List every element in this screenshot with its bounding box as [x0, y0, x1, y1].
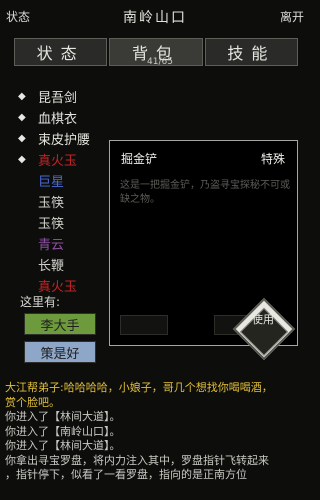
- log-line: 大江帮弟子:哈哈哈哈，小娘子，哥几个想找你喝喝酒，: [5, 381, 273, 394]
- tab-status[interactable]: 状态: [14, 38, 108, 66]
- diamond-icon: ◆: [18, 91, 26, 102]
- item-label: 青云: [38, 238, 65, 253]
- log-line: 赏个脸吧。: [5, 395, 60, 409]
- item-label: 长鞭: [38, 259, 65, 274]
- item-label: 玉筷: [38, 196, 65, 211]
- diamond-icon: ◆: [18, 133, 26, 144]
- item-label: 巨星: [38, 175, 65, 190]
- use-button-label: 使用: [252, 313, 274, 326]
- log-line: 你进入了【林间大道】。: [5, 439, 121, 452]
- bag-capacity: 41/65: [147, 57, 173, 67]
- location-title: 南岭山口: [123, 10, 187, 26]
- item-label: 真火玉: [38, 154, 78, 169]
- inventory-item[interactable]: ◆ 昆吾剑: [18, 86, 128, 107]
- diamond-icon: ◆: [18, 154, 26, 165]
- disabled-action-button: [120, 315, 168, 335]
- npc-button[interactable]: 策是好: [24, 341, 96, 363]
- diamond-icon: ◆: [18, 112, 26, 123]
- item-label: 束皮护腰: [38, 133, 91, 148]
- log-line: ，指针停下，似看了一看罗盘，指向的是正南方位: [5, 468, 247, 481]
- top-bar: 状态 南岭山口 离开: [0, 0, 310, 34]
- message-log: 大江帮弟子:哈哈哈哈，小娘子，哥几个想找你喝喝酒， 赏个脸吧。 你进入了【林间大…: [5, 381, 305, 483]
- log-line: 你拿出寻宝罗盘，将内力注入其中，罗盘指针飞转起来: [5, 453, 269, 467]
- here-label: 这里有:: [20, 295, 61, 309]
- tab-skills[interactable]: 技能: [204, 38, 298, 66]
- item-name: 掘金铲: [121, 152, 158, 166]
- item-description: 这是一把掘金铲，乃盗寻宝探秘不可或缺之物。: [120, 180, 290, 205]
- item-label: 玉筷: [38, 217, 65, 232]
- log-line: 你进入了【林间大道】。: [5, 410, 121, 423]
- item-label: 血棋衣: [38, 112, 78, 127]
- leave-link[interactable]: 离开: [280, 8, 304, 25]
- npc-button[interactable]: 李大手: [24, 313, 96, 335]
- item-label: 昆吾剑: [38, 91, 78, 106]
- log-line: 你进入了【南岭山口】。: [5, 424, 121, 438]
- item-type: 特殊: [260, 152, 285, 166]
- inventory-item[interactable]: ◆ 血棋衣: [18, 107, 128, 128]
